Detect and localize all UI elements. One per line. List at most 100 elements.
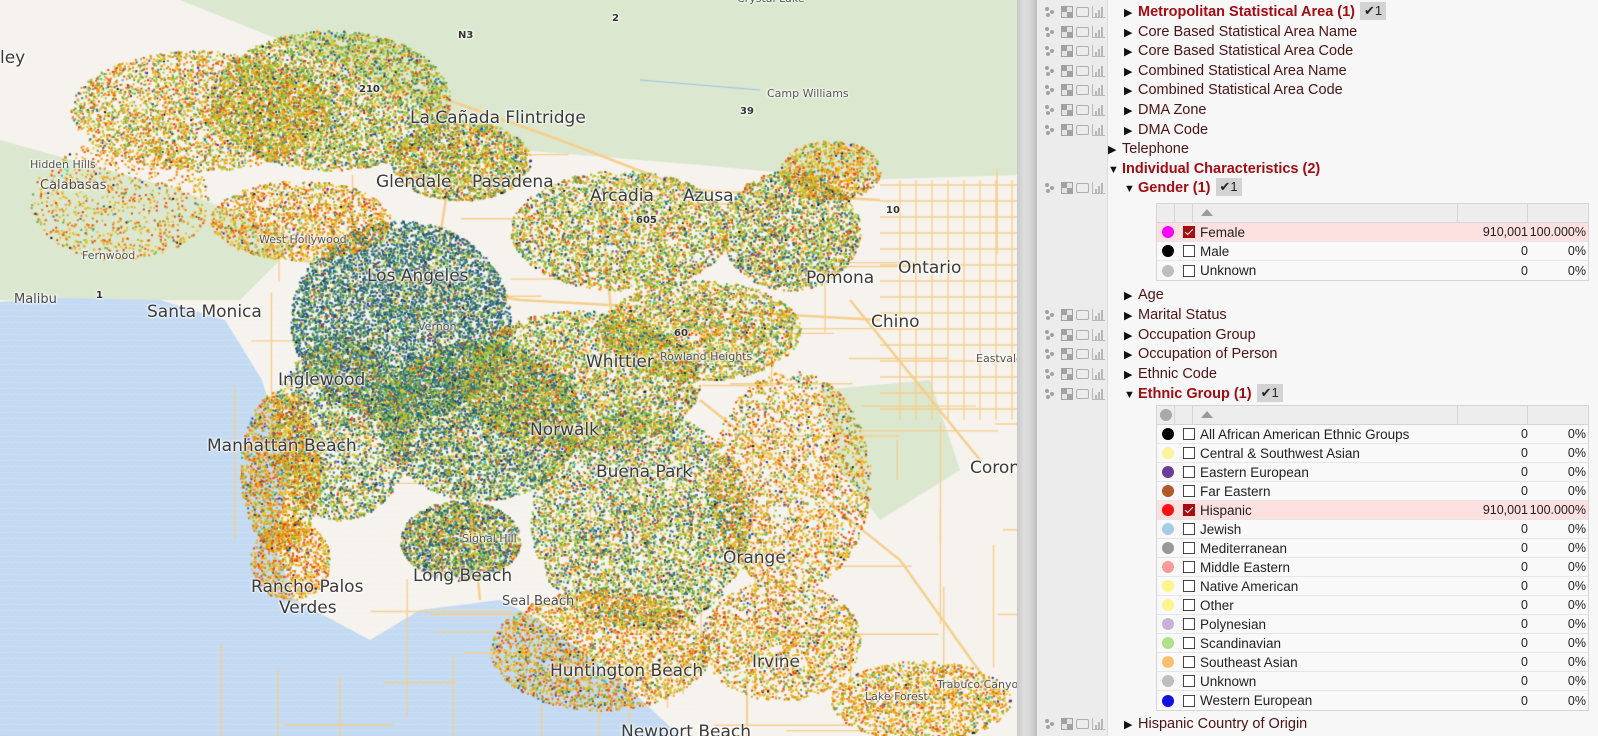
selection-count-badge[interactable]: ✔1 xyxy=(1215,178,1242,197)
row-checkbox[interactable] xyxy=(1183,428,1195,440)
boundary-icon[interactable] xyxy=(1076,719,1089,729)
expand-triangle-icon[interactable]: ▶ xyxy=(1124,306,1138,326)
collapse-triangle-icon[interactable]: ▼ xyxy=(1124,179,1138,199)
table-row[interactable]: Native American 0 0% xyxy=(1157,577,1588,596)
row-checkbox[interactable] xyxy=(1183,523,1195,535)
color-swatch-icon[interactable] xyxy=(1162,264,1174,277)
color-swatch-icon[interactable] xyxy=(1162,561,1174,573)
color-swatch-icon[interactable] xyxy=(1162,694,1174,707)
table-row[interactable]: Scandinavian 0 0% xyxy=(1157,634,1588,653)
expand-triangle-icon[interactable]: ▶ xyxy=(1124,121,1138,141)
chart-icon[interactable] xyxy=(1092,104,1105,116)
table-row[interactable]: Hispanic 910,001 100.000% xyxy=(1157,501,1588,520)
row-checkbox[interactable] xyxy=(1183,542,1195,554)
map-canvas[interactable] xyxy=(0,0,1017,736)
boundary-icon[interactable] xyxy=(1076,65,1089,76)
sort-ascending-icon[interactable] xyxy=(1201,209,1213,216)
boundary-icon[interactable] xyxy=(1076,183,1089,194)
table-row[interactable]: Male 0 0% xyxy=(1157,242,1588,261)
table-row[interactable]: Other 0 0% xyxy=(1157,596,1588,615)
checkbox-column-header[interactable] xyxy=(1175,204,1193,222)
selection-count-badge[interactable]: ✔1 xyxy=(1360,2,1387,20)
color-column-header[interactable] xyxy=(1157,406,1175,424)
table-row[interactable]: Mediterranean 0 0% xyxy=(1157,539,1588,558)
tree-node-age[interactable]: ▶ Age xyxy=(1108,285,1598,305)
palette-icon[interactable] xyxy=(1160,409,1172,421)
boundary-icon[interactable] xyxy=(1076,124,1089,135)
dot-map-icon[interactable] xyxy=(1045,6,1058,18)
chart-icon[interactable] xyxy=(1092,84,1105,97)
row-checkbox[interactable] xyxy=(1183,694,1195,707)
collapse-triangle-icon[interactable]: ▼ xyxy=(1108,160,1122,180)
row-checkbox[interactable] xyxy=(1183,447,1195,459)
tree-node-dma-code[interactable]: ▶ DMA Code xyxy=(1108,120,1598,140)
row-checkbox[interactable] xyxy=(1183,264,1195,277)
expand-triangle-icon[interactable]: ▶ xyxy=(1124,715,1138,735)
row-checkbox[interactable] xyxy=(1183,675,1195,687)
boundary-icon[interactable] xyxy=(1076,105,1089,115)
row-checkbox[interactable] xyxy=(1183,485,1195,497)
expand-triangle-icon[interactable]: ▶ xyxy=(1124,42,1138,62)
expand-triangle-icon[interactable]: ▶ xyxy=(1124,345,1138,365)
row-checkbox[interactable] xyxy=(1183,599,1195,611)
chart-icon[interactable] xyxy=(1092,6,1105,18)
chart-icon[interactable] xyxy=(1092,308,1105,321)
chart-icon[interactable] xyxy=(1092,328,1105,341)
tree-node-hispanic-country-of-origin[interactable]: ▶ Hispanic Country of Origin xyxy=(1108,714,1598,734)
row-checkbox[interactable] xyxy=(1183,656,1195,668)
panel-splitter[interactable] xyxy=(1017,0,1037,736)
tree-node-dma-zone[interactable]: ▶ DMA Zone xyxy=(1108,100,1598,120)
chart-icon[interactable] xyxy=(1092,123,1105,136)
boundary-icon[interactable] xyxy=(1076,329,1089,340)
heatmap-icon[interactable] xyxy=(1061,308,1073,321)
collapse-triangle-icon[interactable]: ▼ xyxy=(1124,385,1138,405)
chart-icon[interactable] xyxy=(1092,25,1105,38)
table-row[interactable]: All African American Ethnic Groups 0 0% xyxy=(1157,425,1588,444)
color-swatch-icon[interactable] xyxy=(1162,637,1174,649)
color-column-header[interactable] xyxy=(1157,204,1175,222)
chart-icon[interactable] xyxy=(1092,718,1105,730)
chart-icon[interactable] xyxy=(1092,45,1105,58)
row-checkbox[interactable] xyxy=(1183,561,1195,573)
heatmap-icon[interactable] xyxy=(1061,64,1073,77)
chart-icon[interactable] xyxy=(1092,368,1105,381)
row-checkbox[interactable] xyxy=(1183,226,1195,238)
heatmap-icon[interactable] xyxy=(1061,348,1073,361)
expand-triangle-icon[interactable]: ▶ xyxy=(1124,3,1138,23)
dot-map-icon[interactable] xyxy=(1045,65,1058,77)
heatmap-icon[interactable] xyxy=(1061,182,1073,195)
heatmap-icon[interactable] xyxy=(1061,328,1073,341)
color-swatch-icon[interactable] xyxy=(1162,542,1174,554)
dot-map-icon[interactable] xyxy=(1045,329,1058,341)
boundary-icon[interactable] xyxy=(1076,46,1089,57)
selection-count-badge[interactable]: ✔1 xyxy=(1256,384,1283,402)
tree-node-core-based-statistical-area-code[interactable]: ▶ Core Based Statistical Area Code xyxy=(1108,41,1598,61)
table-row[interactable]: Far Eastern 0 0% xyxy=(1157,482,1588,501)
expand-triangle-icon[interactable]: ▶ xyxy=(1124,23,1138,43)
color-swatch-icon[interactable] xyxy=(1162,675,1174,687)
color-swatch-icon[interactable] xyxy=(1162,485,1174,497)
table-row[interactable]: Female 910,001 100.000% xyxy=(1157,223,1588,242)
boundary-icon[interactable] xyxy=(1076,85,1089,96)
dot-map-icon[interactable] xyxy=(1045,368,1058,380)
heatmap-icon[interactable] xyxy=(1061,45,1073,58)
sort-ascending-icon[interactable] xyxy=(1201,411,1213,418)
color-swatch-icon[interactable] xyxy=(1162,580,1174,592)
heatmap-icon[interactable] xyxy=(1061,6,1073,18)
table-row[interactable]: Central & Southwest Asian 0 0% xyxy=(1157,444,1588,463)
row-checkbox[interactable] xyxy=(1183,637,1195,649)
heatmap-icon[interactable] xyxy=(1061,368,1073,381)
expand-triangle-icon[interactable]: ▶ xyxy=(1124,81,1138,101)
checkbox-column-header[interactable] xyxy=(1175,406,1193,424)
expand-triangle-icon[interactable]: ▶ xyxy=(1124,101,1138,121)
heatmap-icon[interactable] xyxy=(1061,25,1073,38)
boundary-icon[interactable] xyxy=(1076,369,1089,380)
heatmap-icon[interactable] xyxy=(1061,718,1073,730)
dot-map-icon[interactable] xyxy=(1045,104,1058,116)
tree-node-occupation-group[interactable]: ▶ Occupation Group xyxy=(1108,325,1598,345)
heatmap-icon[interactable] xyxy=(1061,84,1073,97)
expand-triangle-icon[interactable]: ▶ xyxy=(1124,365,1138,385)
heatmap-icon[interactable] xyxy=(1061,123,1073,136)
table-row[interactable]: Middle Eastern 0 0% xyxy=(1157,558,1588,577)
row-checkbox[interactable] xyxy=(1183,618,1195,630)
